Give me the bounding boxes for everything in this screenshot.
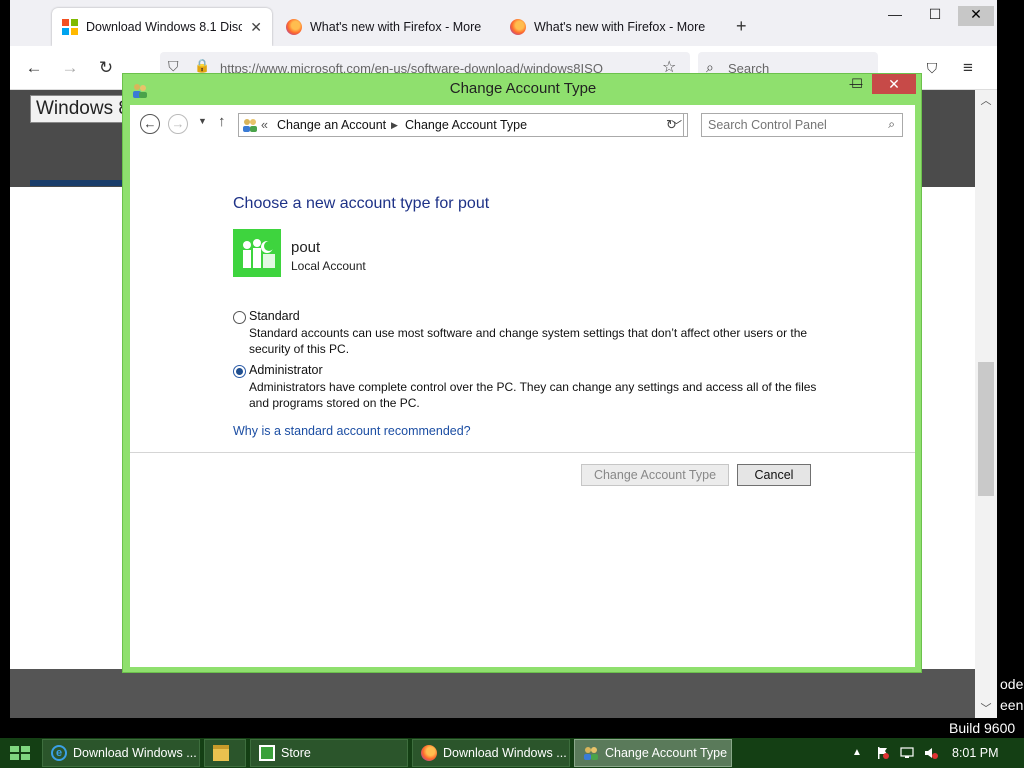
maximize-icon[interactable]: ☐: [845, 74, 869, 94]
taskbar-item-change-account-type[interactable]: Change Account Type: [574, 739, 732, 767]
taskbar-item-firefox[interactable]: Download Windows ...: [412, 739, 570, 767]
standard-radio[interactable]: [233, 311, 246, 324]
close-window-icon[interactable]: ✕: [872, 74, 916, 94]
show-hidden-icons-icon[interactable]: ▲: [852, 747, 862, 758]
firefox-icon: [286, 19, 302, 35]
network-icon[interactable]: [900, 746, 914, 760]
administrator-radio[interactable]: [233, 365, 246, 378]
microsoft-logo-icon: [62, 19, 78, 35]
taskbar-item-label: Download Windows ...: [73, 746, 197, 760]
scroll-thumb[interactable]: [978, 362, 994, 496]
scroll-up-icon[interactable]: ︿: [979, 92, 993, 107]
file-explorer-icon: [213, 745, 229, 761]
scroll-down-icon[interactable]: ﹀: [979, 700, 993, 715]
volume-muted-icon[interactable]: [924, 746, 938, 760]
search-control-panel[interactable]: ⌕: [701, 113, 903, 137]
user-accounts-icon: [584, 747, 598, 760]
page-accent-bar: [30, 180, 130, 186]
user-name: pout: [291, 239, 321, 256]
close-window-icon[interactable]: ✕: [958, 6, 994, 26]
action-center-flag-icon[interactable]: [876, 746, 890, 760]
divider: [130, 452, 915, 453]
clock[interactable]: 8:01 PM: [952, 746, 999, 760]
menu-icon[interactable]: ≡: [958, 58, 978, 78]
watermark-line-2: een: [1000, 697, 1024, 713]
window-title: Change Account Type: [449, 80, 597, 97]
back-icon[interactable]: ←: [140, 114, 160, 134]
search-input[interactable]: [708, 115, 878, 135]
up-arrow-icon[interactable]: ↑: [218, 113, 226, 130]
taskbar-item-file-explorer[interactable]: [204, 739, 246, 767]
start-button-icon[interactable]: [10, 746, 30, 760]
breadcrumb-overflow[interactable]: «: [261, 118, 268, 132]
address-bar[interactable]: « Change an Account ▶ Change Account Typ…: [238, 113, 688, 137]
forward-icon[interactable]: →: [168, 114, 188, 134]
tab-whats-new-firefox-1[interactable]: What's new with Firefox - More: [276, 8, 496, 46]
firefox-icon: [510, 19, 526, 35]
breadcrumb-change-an-account[interactable]: Change an Account: [277, 118, 386, 132]
taskbar: e Download Windows ... Store Download Wi…: [0, 738, 1024, 768]
tab-download-windows[interactable]: Download Windows 8.1 Disc Im ✕: [52, 8, 272, 46]
refresh-icon[interactable]: ↻: [660, 113, 684, 137]
change-account-type-window: Change Account Type — ☐ ✕ ← → ▼ ↑ « Chan…: [122, 73, 922, 673]
why-standard-account-link[interactable]: Why is a standard account recommended?: [233, 424, 471, 438]
taskbar-item-store[interactable]: Store: [250, 739, 408, 767]
maximize-icon[interactable]: ☐: [920, 6, 950, 26]
ie-icon: e: [51, 745, 67, 761]
tab-title: Download Windows 8.1 Disc Im: [86, 20, 243, 34]
page-footer-band: [10, 669, 975, 718]
breadcrumb-separator-icon[interactable]: ▶: [391, 120, 398, 131]
dialog-client-area: ← → ▼ ↑ « Change an Account ▶ Change Acc…: [130, 105, 915, 667]
administrator-description: Administrators have complete control ove…: [249, 380, 817, 410]
pocket-icon[interactable]: ⛉: [922, 58, 942, 78]
taskbar-item-label: Change Account Type: [605, 746, 728, 760]
breadcrumb-change-account-type[interactable]: Change Account Type: [405, 118, 527, 132]
new-tab-icon[interactable]: +: [736, 16, 747, 37]
store-icon: [259, 745, 275, 761]
cancel-button[interactable]: Cancel: [737, 464, 811, 486]
forward-icon[interactable]: →: [60, 58, 80, 78]
search-icon[interactable]: ⌕: [888, 117, 895, 132]
tab-bar: Download Windows 8.1 Disc Im ✕ What's ne…: [10, 0, 997, 46]
lock-icon[interactable]: 🔒: [194, 58, 210, 74]
taskbar-item-label: Download Windows ...: [443, 746, 567, 760]
standard-description: Standard accounts can use most software …: [249, 326, 808, 356]
back-icon[interactable]: ←: [24, 58, 44, 78]
tab-whats-new-firefox-2[interactable]: What's new with Firefox - More: [500, 8, 720, 46]
page-scrollbar[interactable]: ︿ ﹀: [975, 90, 997, 718]
close-tab-icon[interactable]: ✕: [250, 19, 262, 36]
tab-title: What's new with Firefox - More: [534, 20, 706, 34]
standard-label[interactable]: Standard: [249, 309, 300, 323]
firefox-icon: [421, 745, 437, 761]
reload-icon[interactable]: ↻: [96, 58, 116, 78]
explorer-nav-bar: ← → ▼ ↑ « Change an Account ▶ Change Acc…: [130, 105, 915, 145]
tab-title: What's new with Firefox - More: [310, 20, 482, 34]
user-accounts-icon: [243, 119, 257, 132]
page-title: Choose a new account type for pout: [233, 195, 490, 212]
user-avatar: [233, 229, 281, 277]
change-account-type-button[interactable]: Change Account Type: [581, 464, 729, 486]
watermark-line-1: ode: [1000, 676, 1024, 692]
watermark-build: Build 9600: [949, 720, 1016, 736]
administrator-label[interactable]: Administrator: [249, 363, 323, 377]
taskbar-item-ie[interactable]: e Download Windows ...: [42, 739, 200, 767]
minimize-icon[interactable]: —: [880, 6, 910, 26]
user-account-type: Local Account: [291, 259, 366, 273]
recent-locations-icon[interactable]: ▼: [198, 116, 207, 126]
taskbar-item-label: Store: [281, 746, 311, 760]
